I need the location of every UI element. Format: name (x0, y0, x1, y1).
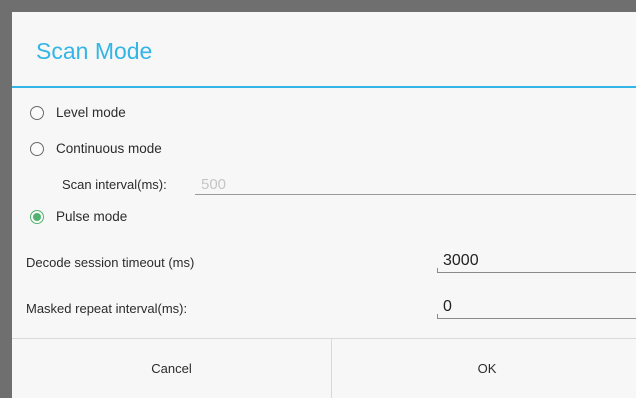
scan-interval-underline (195, 194, 636, 195)
masked-repeat-input[interactable]: 0 (443, 298, 452, 316)
ok-button[interactable]: OK (332, 339, 636, 398)
decode-timeout-label: Decode session timeout (ms) (26, 255, 195, 270)
radio-pulse-mode[interactable]: Pulse mode (30, 209, 127, 224)
scan-interval-label: Scan interval(ms): (62, 177, 167, 192)
radio-continuous-mode[interactable]: Continuous mode (30, 141, 162, 156)
radio-label-pulse: Pulse mode (56, 209, 128, 224)
masked-repeat-underline (437, 314, 636, 319)
radio-unchecked-icon[interactable] (30, 141, 44, 156)
radio-label-continuous: Continuous mode (56, 141, 162, 156)
decode-timeout-underline (437, 268, 636, 273)
radio-checked-icon[interactable] (30, 209, 44, 224)
scan-mode-dialog: Scan Mode Level mode Continuous mode Sca… (12, 12, 636, 398)
dialog-title: Scan Mode (36, 38, 153, 64)
cancel-button[interactable]: Cancel (12, 339, 331, 398)
title-divider (12, 86, 636, 88)
radio-label-level: Level mode (56, 105, 126, 120)
masked-repeat-label: Masked repeat interval(ms): (26, 301, 188, 316)
radio-unchecked-icon[interactable] (30, 105, 44, 120)
decode-timeout-input[interactable]: 3000 (443, 252, 479, 270)
radio-level-mode[interactable]: Level mode (30, 105, 126, 120)
scan-interval-input[interactable]: 500 (201, 176, 226, 193)
